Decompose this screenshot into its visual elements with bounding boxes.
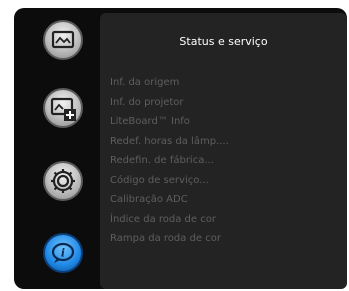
menu-item-projector-info[interactable]: Inf. do projetor [110,93,229,113]
service-menu-list: Inf. da origem Inf. do projetor LiteBoar… [110,73,229,249]
svg-text:i: i [61,247,65,260]
info-status-icon: i [51,242,75,263]
menu-item-source-info[interactable]: Inf. da origem [110,73,229,93]
panel-title: Status e serviço [179,35,268,48]
menu-item-color-wheel-ramp[interactable]: Rampa da roda de cor [110,229,229,249]
settings-button[interactable] [43,161,83,201]
projector-osd-menu: i Status e serviço Inf. da origem Inf. d… [14,8,347,289]
source-info-button[interactable] [43,20,83,60]
menu-item-liteboard-info[interactable]: LiteBoard™ Info [110,112,229,132]
projector-add-icon [50,97,76,121]
status-service-button[interactable]: i [43,233,83,273]
menu-item-reset-lamp-hours[interactable]: Redef. horas da lâmp.... [110,132,229,152]
status-service-panel: Status e serviço Inf. da origem Inf. do … [100,13,347,289]
category-sidebar: i [14,8,100,289]
menu-item-adc-calibration[interactable]: Calibração ADC [110,190,229,210]
menu-item-color-wheel-index[interactable]: Índice da roda de cor [110,210,229,230]
settings-gear-icon [51,169,75,193]
menu-item-factory-reset[interactable]: Redefin. de fábrica... [110,151,229,171]
projector-add-button[interactable] [43,88,83,128]
source-info-icon [51,30,75,49]
menu-item-service-code[interactable]: Código de serviço... [110,171,229,191]
